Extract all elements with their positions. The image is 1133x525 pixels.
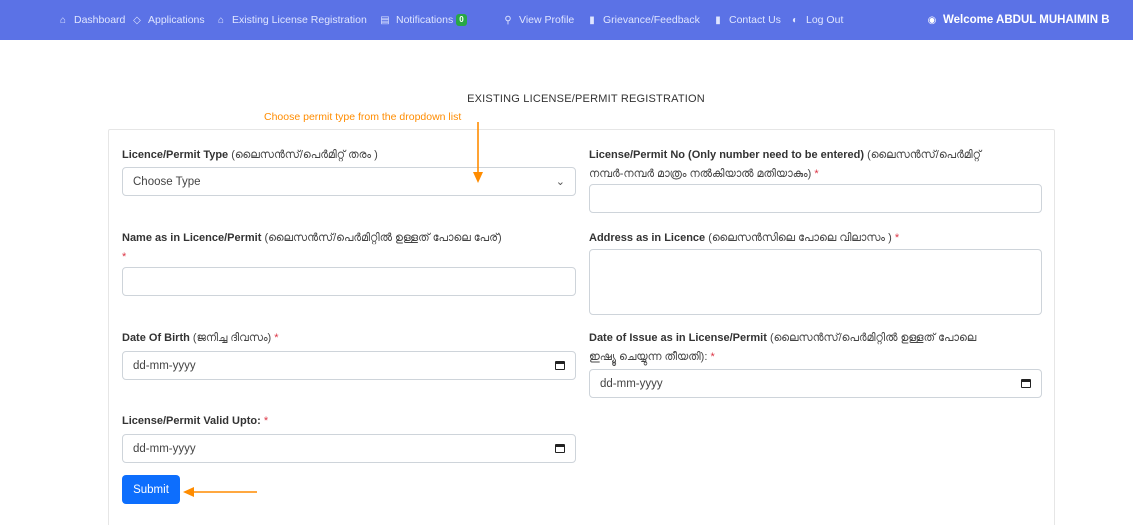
- home-icon: ⌂: [217, 14, 225, 26]
- name-label-text: Name as in Licence/Permit: [122, 232, 262, 244]
- power-icon: ◐: [791, 14, 799, 26]
- nav-applications[interactable]: ◇ Applications: [131, 0, 205, 40]
- permit-no-input[interactable]: [589, 184, 1042, 213]
- dob-label: Date Of Birth (ജനിച്ച ദിവസം) *: [122, 329, 572, 348]
- permit-no-required-mark: *: [814, 168, 819, 180]
- permit-type-select[interactable]: Choose Type ⌄: [122, 167, 576, 196]
- calendar-icon[interactable]: [555, 361, 565, 370]
- permit-type-label-text: Licence/Permit Type: [122, 149, 229, 161]
- welcome-user[interactable]: ◉ Welcome ABDUL MUHAIMIN B: [926, 0, 1110, 40]
- address-label: Address as in Licence (ലൈസൻസിലെ പോലെ വില…: [589, 229, 1044, 248]
- dob-placeholder: dd-mm-yyyy: [133, 359, 196, 372]
- nav-view-profile-label: View Profile: [519, 14, 575, 26]
- submit-button[interactable]: Submit: [122, 475, 180, 504]
- page-title: EXISTING LICENSE/PERMIT REGISTRATION: [467, 93, 705, 105]
- dob-date-input[interactable]: dd-mm-yyyy: [122, 351, 576, 380]
- nav-view-profile[interactable]: ⚲ View Profile: [502, 0, 574, 40]
- document-icon: ▮: [715, 14, 721, 26]
- nav-existing-license-registration[interactable]: ⌂ Existing License Registration: [215, 0, 367, 40]
- annotation-hint-text: Choose permit type from the dropdown lis…: [264, 111, 462, 123]
- nav-notifications-label: Notifications: [396, 14, 454, 26]
- nav-existing-license-label: Existing License Registration: [232, 14, 367, 26]
- address-label-ml: (ലൈസൻസിലെ പോലെ വിലാസം ): [708, 232, 892, 244]
- tag-icon: ◇: [133, 14, 141, 26]
- name-required-mark: *: [122, 251, 127, 263]
- permit-no-label: License/Permit No (Only number need to b…: [589, 146, 1044, 184]
- calendar-icon[interactable]: [1021, 379, 1031, 388]
- chevron-down-icon: ⌄: [555, 176, 565, 188]
- nav-log-out-label: Log Out: [806, 14, 844, 26]
- nav-grievance-feedback[interactable]: ▮ Grievance/Feedback: [586, 0, 700, 40]
- user-icon: ⚲: [504, 14, 512, 26]
- welcome-text: Welcome ABDUL MUHAIMIN B: [943, 14, 1110, 26]
- date-of-issue-label-ml-1: (ലൈസൻസ്/പെർമിറ്റിൽ ഉള്ളത് പോലെ: [769, 332, 977, 344]
- dob-label-text: Date Of Birth: [122, 332, 190, 344]
- valid-upto-date-input[interactable]: dd-mm-yyyy: [122, 434, 576, 463]
- date-of-issue-label-ml-2: ഇഷ്യൂ ചെയ്യുന്ന തീയതി):: [589, 351, 708, 363]
- nav-contact-us-label: Contact Us: [729, 14, 781, 26]
- valid-upto-placeholder: dd-mm-yyyy: [133, 442, 196, 455]
- permit-type-label: Licence/Permit Type (ലൈസൻസ്/പെർമിറ്റ് തര…: [122, 146, 572, 165]
- date-of-issue-required-mark: *: [710, 351, 715, 363]
- nav-dashboard[interactable]: ⌂ Dashboard: [57, 0, 125, 40]
- permit-type-label-ml: (ലൈസൻസ്/പെർമിറ്റ് തരം ): [231, 149, 378, 161]
- user-circle-icon: ◉: [927, 14, 937, 26]
- nav-dashboard-label: Dashboard: [74, 14, 126, 26]
- date-of-issue-input[interactable]: dd-mm-yyyy: [589, 369, 1042, 398]
- address-required-mark: *: [894, 232, 900, 244]
- nav-grievance-label: Grievance/Feedback: [603, 14, 700, 26]
- notifications-count-badge: 0: [456, 14, 467, 26]
- date-of-issue-label: Date of Issue as in License/Permit (ലൈസൻ…: [589, 329, 1044, 367]
- address-label-text: Address as in Licence: [589, 232, 706, 244]
- top-navbar: ⌂ Dashboard ◇ Applications ⌂ Existing Li…: [0, 0, 1133, 40]
- calendar-icon: ▤: [380, 14, 390, 26]
- home-icon: ⌂: [59, 14, 67, 26]
- permit-type-selected-value: Choose Type: [133, 175, 201, 188]
- permit-no-label-ml-2: നമ്പർ-നമ്പർ മാത്രം നൽകിയാൽ മതിയാകും): [589, 168, 812, 180]
- dob-label-ml: (ജനിച്ച ദിവസം): [192, 332, 272, 344]
- name-input[interactable]: [122, 267, 576, 296]
- name-label: Name as in Licence/Permit (ലൈസൻസ്/പെർമിറ…: [122, 229, 584, 267]
- nav-applications-label: Applications: [148, 14, 205, 26]
- permit-no-label-ml-1: (ലൈസൻസ്/പെർമിറ്റ്: [867, 149, 981, 161]
- address-textarea[interactable]: [589, 249, 1042, 315]
- document-icon: ▮: [589, 14, 595, 26]
- nav-notifications[interactable]: ▤ Notifications 0: [379, 0, 467, 40]
- permit-no-label-text: License/Permit No (Only number need to b…: [589, 149, 865, 161]
- name-label-ml: (ലൈസൻസ്/പെർമിറ്റിൽ ഉള്ളത് പോലെ പേര്): [264, 232, 502, 244]
- calendar-icon[interactable]: [555, 444, 565, 453]
- valid-upto-label-text: License/Permit Valid Upto:: [122, 415, 261, 427]
- nav-log-out[interactable]: ◐ Log Out: [789, 0, 843, 40]
- valid-upto-required-mark: *: [263, 415, 269, 427]
- valid-upto-label: License/Permit Valid Upto: *: [122, 412, 572, 431]
- date-of-issue-placeholder: dd-mm-yyyy: [600, 377, 663, 390]
- nav-contact-us[interactable]: ▮ Contact Us: [712, 0, 781, 40]
- date-of-issue-label-text: Date of Issue as in License/Permit: [589, 332, 767, 344]
- dob-required-mark: *: [274, 332, 279, 344]
